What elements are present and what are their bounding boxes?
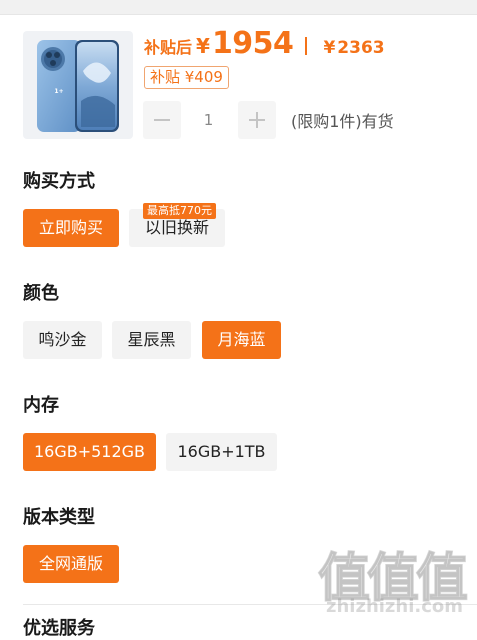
- option-buy-now[interactable]: 立即购买: [23, 209, 119, 247]
- color-title: 颜色: [23, 283, 59, 304]
- option-version-all-network[interactable]: 全网通版: [23, 545, 119, 583]
- next-section-title: 优选服务: [23, 618, 95, 639]
- price-line: 补贴后 ¥ 1954 ¥ 2363: [144, 26, 385, 66]
- stock-status: (限购1件)有货: [291, 112, 394, 131]
- original-currency-symbol: ¥: [323, 38, 336, 58]
- subsidized-price: 1954: [211, 26, 294, 61]
- subsidy-tag: 补贴 ¥409: [144, 66, 229, 89]
- original-price: 2363: [337, 38, 385, 58]
- currency-symbol: ¥: [196, 34, 210, 58]
- phone-image-icon: 1+: [37, 40, 119, 132]
- option-color-black[interactable]: 星辰黑: [112, 321, 191, 359]
- option-color-blue[interactable]: 月海蓝: [202, 321, 281, 359]
- minus-icon: [154, 119, 170, 121]
- product-thumbnail[interactable]: 1+: [23, 31, 133, 139]
- quantity-increment-button[interactable]: [238, 101, 276, 139]
- top-bar: [0, 0, 477, 15]
- option-storage-1tb[interactable]: 16GB+1TB: [166, 433, 277, 471]
- quantity-decrement-button[interactable]: [143, 101, 181, 139]
- option-color-gold[interactable]: 鸣沙金: [23, 321, 102, 359]
- subsidized-label: 补贴后: [144, 38, 193, 57]
- purchase-method-title: 购买方式: [23, 171, 95, 192]
- option-storage-512gb[interactable]: 16GB+512GB: [23, 433, 156, 471]
- watermark: 值值值 zhizhizhi.com: [317, 536, 476, 622]
- trade-in-badge: 最高抵770元: [143, 203, 216, 219]
- plus-icon: [249, 112, 265, 128]
- watermark-url: zhizhizhi.com: [326, 596, 464, 617]
- version-title: 版本类型: [23, 507, 95, 528]
- quantity-value[interactable]: 1: [192, 101, 225, 139]
- logo-text: 1+: [54, 88, 63, 95]
- storage-title: 内存: [23, 395, 59, 416]
- price-divider: [305, 37, 308, 55]
